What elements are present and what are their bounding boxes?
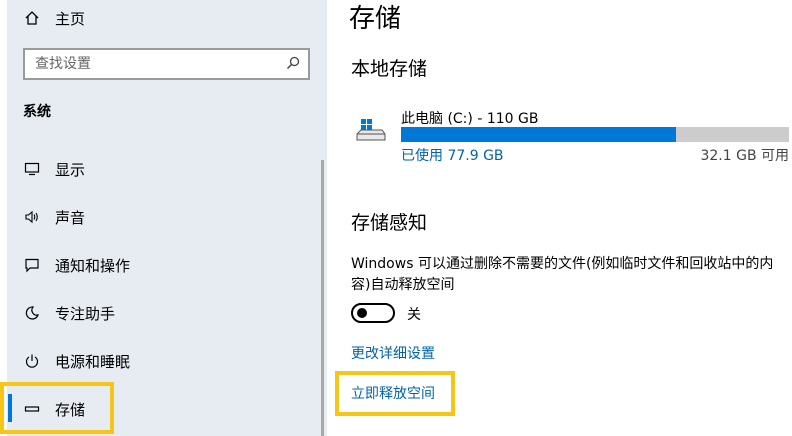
sidebar-item-label: 通知和操作: [55, 256, 131, 275]
sidebar-item-power-sleep[interactable]: 电源和睡眠: [7, 337, 327, 385]
drive-name: 此电脑 (C:) - 110 GB: [401, 111, 539, 127]
storage-sense-toggle[interactable]: [351, 303, 395, 323]
toggle-knob: [357, 308, 367, 318]
message-icon: [23, 256, 41, 274]
sidebar-item-label: 存储: [55, 400, 86, 419]
moon-icon: [23, 304, 41, 322]
free-space-label: 32.1 GB 可用: [700, 148, 789, 164]
monitor-icon: [23, 160, 41, 178]
sidebar-item-home[interactable]: 主页: [7, 0, 327, 42]
storage-usage-fill: [401, 127, 676, 142]
storage-usage-bar: [401, 127, 789, 142]
sidebar-item-label: 显示: [55, 160, 86, 179]
storage-sense-heading: 存储感知: [351, 212, 428, 234]
sidebar-item-storage[interactable]: 存储: [7, 385, 327, 433]
sidebar-item-display[interactable]: 显示: [7, 145, 327, 193]
search-icon[interactable]: [286, 55, 300, 74]
local-storage-heading: 本地存储: [351, 58, 428, 80]
section-label-system: 系统: [23, 104, 51, 120]
sidebar-item-focus-assist[interactable]: 专注助手: [7, 289, 327, 337]
sidebar-scrollbar[interactable]: [321, 160, 324, 436]
speaker-icon: [23, 208, 41, 226]
selected-indicator: [8, 394, 12, 422]
storage-sense-description: Windows 可以通过删除不需要的文件(例如临时文件和回收站中的内容)自动释放…: [351, 256, 774, 293]
used-space-label: 已使用 77.9 GB: [401, 148, 504, 164]
storage-icon: [23, 400, 41, 418]
sidebar-item-sound[interactable]: 声音: [7, 193, 327, 241]
drive-icon: [356, 118, 386, 144]
page-title: 存储: [349, 4, 402, 34]
sidebar-item-label: 主页: [55, 9, 86, 28]
power-icon: [23, 352, 41, 370]
change-settings-link[interactable]: 更改详细设置: [351, 343, 435, 363]
toggle-state-label: 关: [407, 307, 421, 323]
sidebar-item-notifications[interactable]: 通知和操作: [7, 241, 327, 289]
sidebar-item-label: 专注助手: [55, 304, 116, 323]
main-content: 存储 本地存储 此电脑 (C:) - 110 GB 已使用 77.9 GB 32…: [327, 0, 792, 436]
search-field[interactable]: [23, 48, 310, 80]
home-icon: [23, 9, 41, 27]
sidebar-item-label: 声音: [55, 208, 86, 227]
sidebar-item-label: 电源和睡眠: [55, 352, 131, 371]
free-up-space-link[interactable]: 立即释放空间: [351, 383, 435, 403]
search-input[interactable]: [35, 56, 265, 72]
